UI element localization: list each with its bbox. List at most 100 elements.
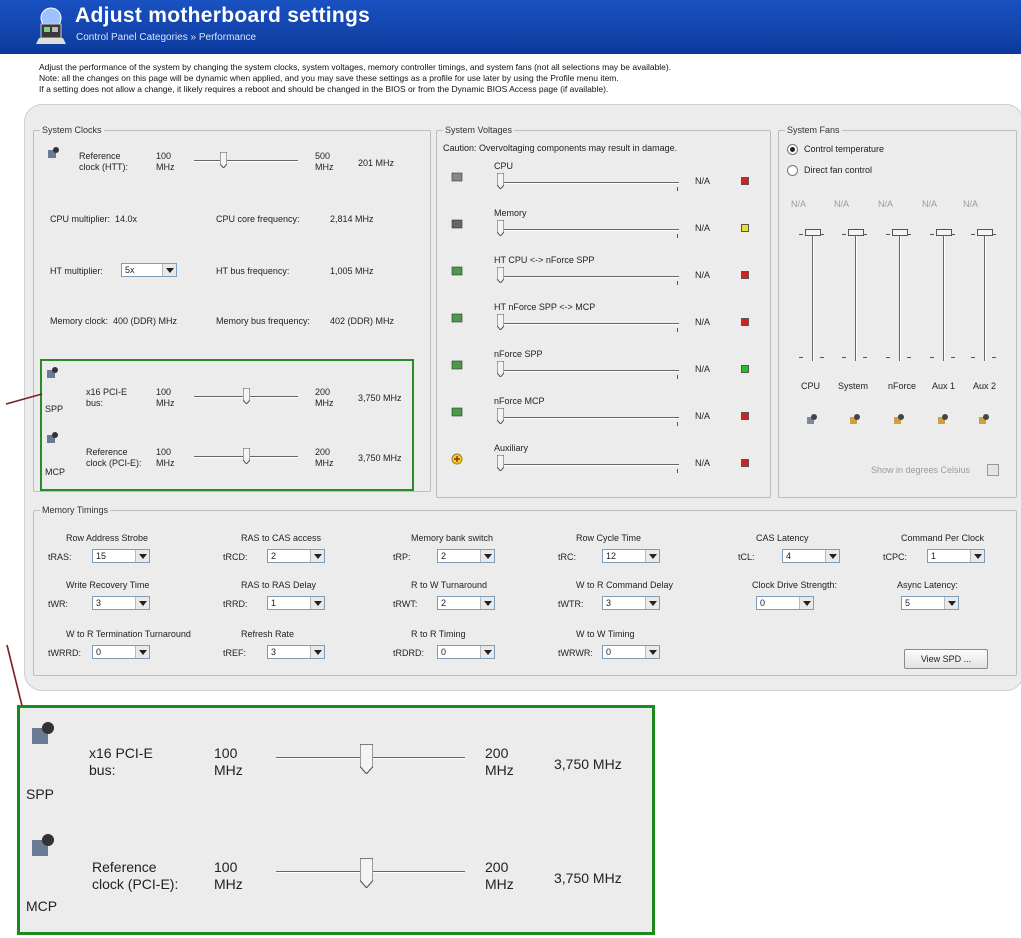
voltage-slider-track[interactable] xyxy=(497,229,679,231)
timing-select[interactable]: 0 xyxy=(92,645,150,659)
ref-clock-slider-thumb[interactable] xyxy=(220,152,227,168)
fan-slider-track[interactable] xyxy=(943,231,945,361)
fan-slider-track[interactable] xyxy=(812,231,814,361)
celsius-checkbox[interactable] xyxy=(987,464,999,476)
timing-select[interactable]: 0 xyxy=(602,645,660,659)
refpcie-slider-thumb[interactable] xyxy=(243,448,250,464)
fan-slider-thumb[interactable] xyxy=(936,229,952,236)
view-spd-button[interactable]: View SPD ... xyxy=(904,649,988,669)
voltage-slider-thumb[interactable] xyxy=(497,455,504,471)
zoom-refpcie-slider-thumb[interactable] xyxy=(360,858,373,888)
timing-header: Async Latency: xyxy=(897,580,959,590)
voltage-status-led xyxy=(741,459,749,467)
timing-select[interactable]: 3 xyxy=(267,645,325,659)
voltage-slider-thumb[interactable] xyxy=(497,314,504,330)
timing-select[interactable]: 3 xyxy=(92,596,150,610)
timing-select[interactable]: 2 xyxy=(437,596,495,610)
system-voltages-group: System Voltages Caution: Overvoltaging c… xyxy=(436,125,771,498)
voltage-slider-track[interactable] xyxy=(497,370,679,372)
breadcrumb: Control Panel Categories » Performance xyxy=(76,32,257,43)
refpcie-min: 100 MHz xyxy=(156,447,175,468)
voltage-slider-thumb[interactable] xyxy=(497,408,504,424)
timing-label: tCPC: xyxy=(883,552,908,562)
fan-slider-track[interactable] xyxy=(855,231,857,361)
voltage-chip-icon xyxy=(451,172,463,182)
ref-max: 500 MHz xyxy=(315,151,334,172)
voltage-label: Auxiliary xyxy=(494,443,529,453)
voltage-status-led xyxy=(741,177,749,185)
zoom-mcp-label: MCP xyxy=(26,898,58,914)
timing-select[interactable]: 12 xyxy=(602,549,660,563)
voltage-slider-thumb[interactable] xyxy=(497,173,504,189)
timing-header: W to R Termination Turnaround xyxy=(66,629,191,639)
timing-label: tRDRD: xyxy=(393,648,424,658)
timing-header: Memory bank switch xyxy=(411,533,494,543)
timing-header: Row Address Strobe xyxy=(66,533,149,543)
timing-select[interactable]: 1 xyxy=(267,596,325,610)
fan-slider-tick xyxy=(930,357,934,358)
voltage-slider-thumb[interactable] xyxy=(497,220,504,236)
zoom-spp-label: SPP xyxy=(26,786,55,802)
fan-icon xyxy=(894,414,904,424)
zoom-pcie-slider-thumb[interactable] xyxy=(360,744,373,774)
timing-select[interactable]: 2 xyxy=(437,549,495,563)
timing-label: tRP: xyxy=(393,552,411,562)
mem-clock-label: Memory clock: 400 (DDR) MHz xyxy=(50,316,178,326)
system-fans-group: System Fans Control temperature Direct f… xyxy=(778,125,1017,498)
control-temp-radio[interactable] xyxy=(787,144,798,155)
voltage-slider-track[interactable] xyxy=(497,182,679,184)
timing-header: Command Per Clock xyxy=(901,533,985,543)
timing-select[interactable]: 0 xyxy=(756,596,814,610)
voltage-label: HT CPU <-> nForce SPP xyxy=(494,255,595,265)
voltage-slider-track[interactable] xyxy=(497,464,679,466)
timing-select[interactable]: 15 xyxy=(92,549,150,563)
ht-freq-value: 1,005 MHz xyxy=(330,266,374,276)
fan-slider-thumb[interactable] xyxy=(805,229,821,236)
timing-label: tRC: xyxy=(558,552,576,562)
fan-icon xyxy=(850,414,860,424)
fan-icon xyxy=(938,414,948,424)
fan-slider-track[interactable] xyxy=(899,231,901,361)
direct-fan-radio[interactable] xyxy=(787,165,798,176)
cpu-freq-value: 2,814 MHz xyxy=(330,214,374,224)
fan-slider-tick xyxy=(907,234,911,235)
intro-line: Adjust the performance of the system by … xyxy=(39,62,672,72)
zoomed-pcie-panel: SPP x16 PCI-E bus: 100 MHz 200 MHz 3,750 MH… xyxy=(17,705,655,935)
voltage-value: N/A xyxy=(695,411,711,421)
voltage-label: Memory xyxy=(494,208,527,218)
voltage-slider-track[interactable] xyxy=(497,276,679,278)
zoom-pcie-value: 3,750 MHz xyxy=(554,756,622,772)
fan-slider-track[interactable] xyxy=(984,231,986,361)
voltage-slider-track[interactable] xyxy=(497,417,679,419)
spp-chip-icon xyxy=(47,367,58,378)
timing-select[interactable]: 1 xyxy=(927,549,985,563)
timing-select[interactable]: 5 xyxy=(901,596,959,610)
ref-clock-label: Reference clock (HTT): xyxy=(79,151,128,172)
fan-name: nForce xyxy=(888,381,917,391)
timing-select[interactable]: 4 xyxy=(782,549,840,563)
fan-value: N/A xyxy=(834,199,850,209)
motherboard-icon xyxy=(36,7,66,44)
mcp-chip-icon xyxy=(32,834,54,856)
fan-slider-thumb[interactable] xyxy=(848,229,864,236)
timing-header: RAS to CAS access xyxy=(241,533,322,543)
timing-header: W to R Command Delay xyxy=(576,580,674,590)
fan-slider-tick xyxy=(863,357,867,358)
timing-label: tWRWR: xyxy=(558,648,593,658)
fan-slider-thumb[interactable] xyxy=(977,229,993,236)
voltage-slider-thumb[interactable] xyxy=(497,267,504,283)
timing-select[interactable]: 3 xyxy=(602,596,660,610)
timing-select[interactable]: 2 xyxy=(267,549,325,563)
voltage-label: HT nForce SPP <-> MCP xyxy=(494,302,596,312)
zoom-pcie-label: x16 PCI-E bus: xyxy=(89,745,153,778)
ht-multiplier-select[interactable]: 5x xyxy=(121,263,177,277)
fan-slider-thumb[interactable] xyxy=(892,229,908,236)
voltage-slider-track[interactable] xyxy=(497,323,679,325)
pcie-slider-thumb[interactable] xyxy=(243,388,250,404)
voltage-value: N/A xyxy=(695,270,711,280)
voltage-slider-thumb[interactable] xyxy=(497,361,504,377)
ref-clock-slider-track[interactable] xyxy=(194,160,298,162)
timing-select[interactable]: 0 xyxy=(437,645,495,659)
fan-slider-tick xyxy=(907,357,911,358)
fan-name: System xyxy=(838,381,869,391)
